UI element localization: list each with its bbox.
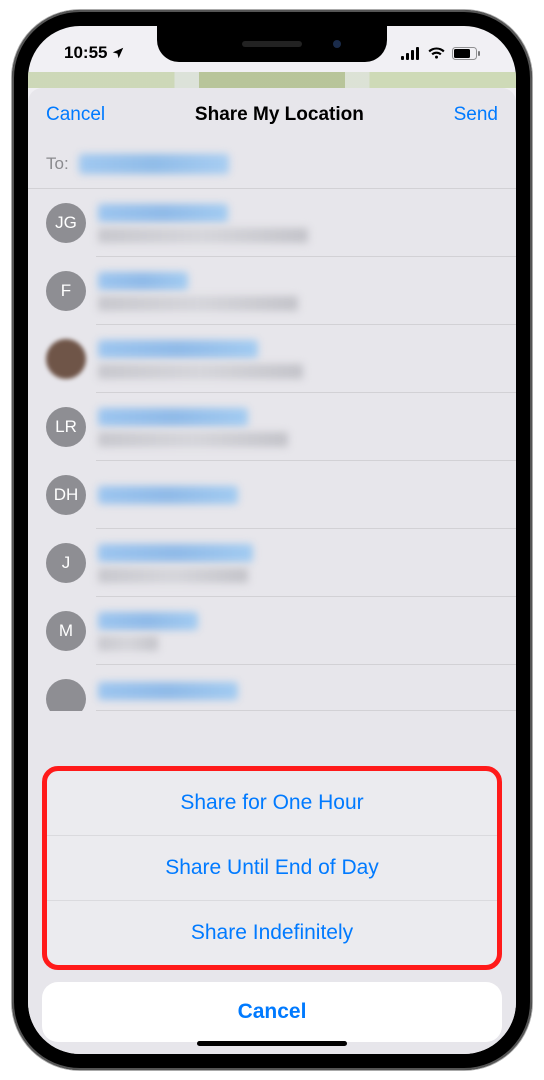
contact-name-blurred bbox=[98, 408, 248, 426]
contact-detail-blurred bbox=[98, 568, 248, 583]
contact-name-blurred bbox=[98, 544, 253, 562]
contact-detail-blurred bbox=[98, 364, 303, 379]
contact-row[interactable] bbox=[28, 665, 516, 711]
share-location-modal: Cancel Share My Location Send To: JG F LR D… bbox=[28, 88, 516, 1054]
cancel-button[interactable]: Cancel bbox=[46, 104, 105, 126]
notch bbox=[157, 26, 387, 62]
contact-text bbox=[98, 408, 288, 447]
share-option-2[interactable]: Share Indefinitely bbox=[47, 901, 497, 965]
phone-frame: 10:55 Cancel Share My bbox=[12, 10, 532, 1070]
contact-text bbox=[98, 340, 303, 379]
modal-navbar: Cancel Share My Location Send bbox=[28, 88, 516, 142]
status-time: 10:55 bbox=[64, 43, 107, 63]
modal-title: Share My Location bbox=[195, 104, 364, 126]
contact-name-blurred bbox=[98, 486, 238, 504]
contact-row[interactable]: F bbox=[28, 257, 516, 325]
contact-avatar-initials: M bbox=[46, 611, 86, 651]
contact-text bbox=[98, 682, 238, 700]
contact-text bbox=[98, 544, 253, 583]
share-option-1[interactable]: Share Until End of Day bbox=[47, 836, 497, 901]
phone-screen: 10:55 Cancel Share My bbox=[28, 26, 516, 1054]
wifi-icon bbox=[427, 47, 446, 60]
contact-avatar-initials: LR bbox=[46, 407, 86, 447]
contact-row[interactable]: DH bbox=[28, 461, 516, 529]
contact-name-blurred bbox=[98, 272, 188, 290]
contact-name-blurred bbox=[98, 340, 258, 358]
contact-detail-blurred bbox=[98, 432, 288, 447]
recipient-blurred bbox=[79, 154, 229, 174]
contact-text bbox=[98, 272, 298, 311]
contact-avatar-photo bbox=[46, 339, 86, 379]
recipient-row[interactable]: To: bbox=[28, 142, 516, 189]
share-option-0[interactable]: Share for One Hour bbox=[47, 771, 497, 836]
action-sheet-cancel-button[interactable]: Cancel bbox=[42, 982, 502, 1042]
contact-detail-blurred bbox=[98, 228, 308, 243]
contact-avatar-initials bbox=[46, 679, 86, 711]
to-label: To: bbox=[46, 154, 69, 174]
contact-row[interactable] bbox=[28, 325, 516, 393]
contact-text bbox=[98, 486, 238, 504]
send-button[interactable]: Send bbox=[454, 104, 498, 126]
contact-row[interactable]: M bbox=[28, 597, 516, 665]
contact-detail-blurred bbox=[98, 636, 158, 651]
contact-detail-blurred bbox=[98, 296, 298, 311]
cellular-icon bbox=[401, 47, 421, 60]
action-sheet-container: Share for One HourShare Until End of Day… bbox=[28, 766, 516, 1054]
contact-name-blurred bbox=[98, 204, 228, 222]
contact-text bbox=[98, 204, 308, 243]
contact-avatar-initials: J bbox=[46, 543, 86, 583]
contact-row[interactable]: J bbox=[28, 529, 516, 597]
contact-row[interactable]: JG bbox=[28, 189, 516, 257]
contact-text bbox=[98, 612, 198, 651]
battery-icon bbox=[452, 47, 480, 60]
share-duration-action-sheet: Share for One HourShare Until End of Day… bbox=[42, 766, 502, 970]
home-indicator[interactable] bbox=[197, 1041, 347, 1046]
contact-avatar-initials: F bbox=[46, 271, 86, 311]
map-background-hint bbox=[28, 72, 516, 88]
contact-avatar-initials: DH bbox=[46, 475, 86, 515]
location-arrow-icon bbox=[111, 46, 125, 60]
contact-name-blurred bbox=[98, 612, 198, 630]
contact-row[interactable]: LR bbox=[28, 393, 516, 461]
contact-name-blurred bbox=[98, 682, 238, 700]
contact-avatar-initials: JG bbox=[46, 203, 86, 243]
